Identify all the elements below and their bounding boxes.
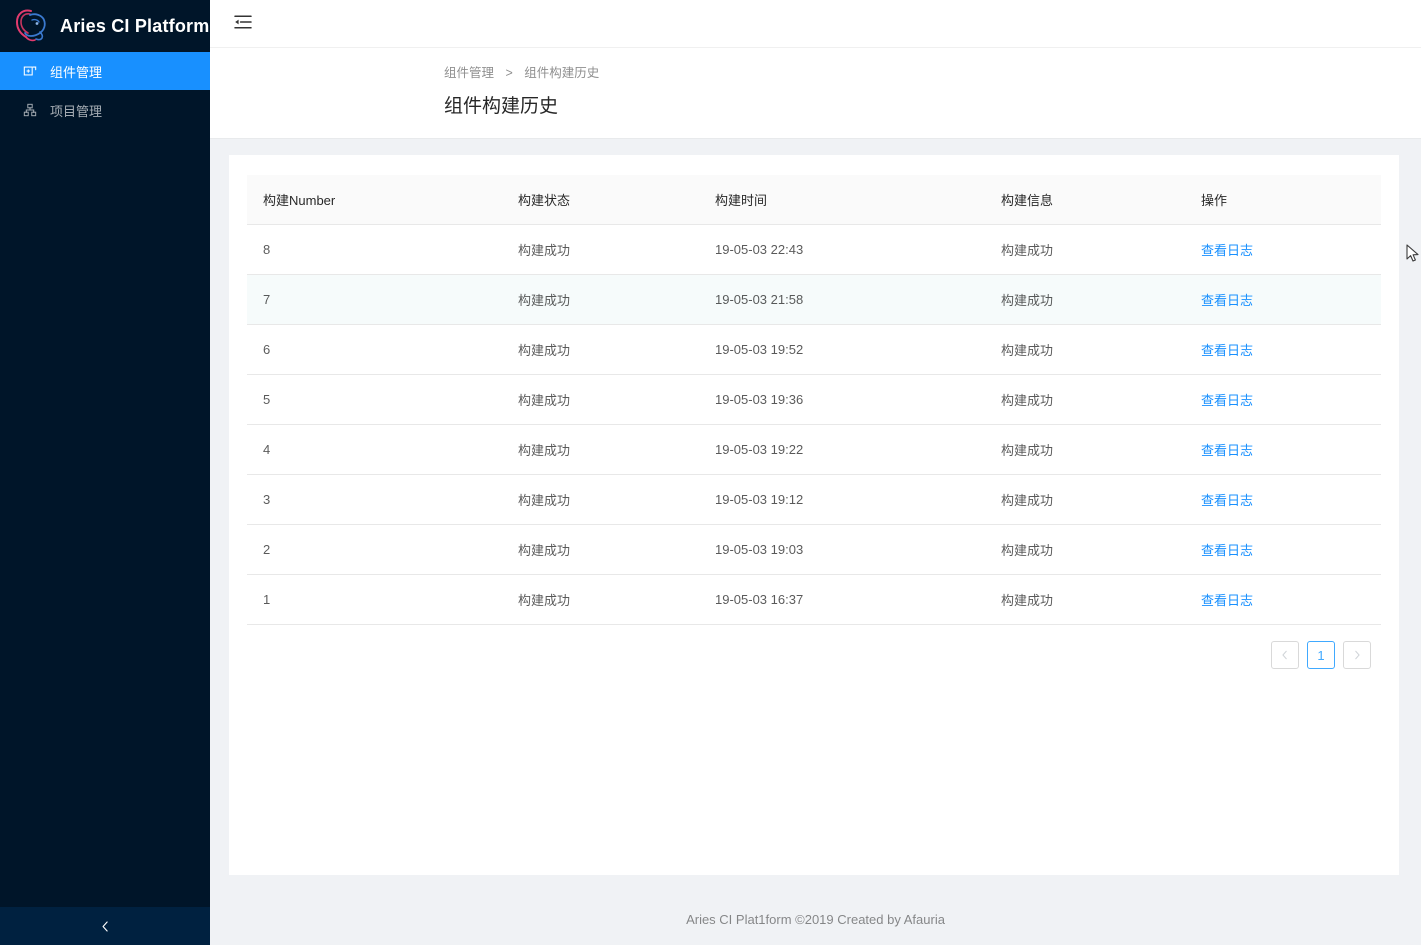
pagination-page-1[interactable]: 1 (1307, 641, 1335, 669)
actions-cell: 查看日志 (1185, 374, 1381, 425)
view-log-link[interactable]: 查看日志 (1201, 543, 1253, 558)
build-number-cell: 8 (247, 224, 502, 275)
build-info-cell: 构建成功 (985, 324, 1185, 375)
actions-cell: 查看日志 (1185, 274, 1381, 325)
actions-cell: 查看日志 (1185, 524, 1381, 575)
topbar (210, 0, 1421, 48)
brand-name: Aries CI Platform (60, 15, 210, 36)
build-time-cell: 19-05-03 19:22 (699, 424, 985, 475)
build-status-cell: 构建成功 (502, 524, 699, 575)
actions-cell: 查看日志 (1185, 424, 1381, 475)
pagination: 1 (247, 625, 1381, 669)
menu-fold-button[interactable] (228, 9, 258, 39)
view-log-link[interactable]: 查看日志 (1201, 493, 1253, 508)
build-time-cell: 19-05-03 16:37 (699, 574, 985, 625)
build-status-cell: 构建成功 (502, 424, 699, 475)
sidebar-item-project-management[interactable]: 项目管理 (0, 91, 210, 129)
build-number-cell: 6 (247, 324, 502, 375)
build-status-cell: 构建成功 (502, 274, 699, 325)
menu-fold-icon (234, 14, 252, 33)
build-info-cell: 构建成功 (985, 274, 1185, 325)
build-history-card: 构建Number 构建状态 构建时间 构建信息 操作 8 构建成功 19-05-03… (229, 155, 1399, 875)
build-status-cell: 构建成功 (502, 374, 699, 425)
column-header-actions: 操作 (1185, 175, 1381, 225)
table-body: 8 构建成功 19-05-03 22:43 构建成功 查看日志 7 构建成功 19-05-03… (247, 224, 1381, 625)
build-number-cell: 7 (247, 274, 502, 325)
actions-cell: 查看日志 (1185, 224, 1381, 275)
sidebar-menu: 组件管理 项目管理 (0, 52, 210, 129)
table-header-row: 构建Number 构建状态 构建时间 构建信息 操作 (247, 175, 1381, 225)
project-icon (22, 102, 38, 118)
footer: Aries CI Plat1form ©2019 Created by Afau… (210, 893, 1421, 945)
build-info-cell: 构建成功 (985, 374, 1185, 425)
column-header-build-number: 构建Number (247, 175, 502, 225)
build-number-cell: 3 (247, 474, 502, 525)
view-log-link[interactable]: 查看日志 (1201, 293, 1253, 308)
column-header-build-info: 构建信息 (985, 175, 1185, 225)
build-status-cell: 构建成功 (502, 574, 699, 625)
build-info-cell: 构建成功 (985, 574, 1185, 625)
column-header-build-status: 构建状态 (502, 175, 699, 225)
table-row[interactable]: 8 构建成功 19-05-03 22:43 构建成功 查看日志 (247, 224, 1381, 275)
table-row[interactable]: 6 构建成功 19-05-03 19:52 构建成功 查看日志 (247, 324, 1381, 375)
table-row[interactable]: 4 构建成功 19-05-03 19:22 构建成功 查看日志 (247, 424, 1381, 475)
build-info-cell: 构建成功 (985, 224, 1185, 275)
view-log-link[interactable]: 查看日志 (1201, 593, 1253, 608)
view-log-link[interactable]: 查看日志 (1201, 343, 1253, 358)
build-status-cell: 构建成功 (502, 324, 699, 375)
actions-cell: 查看日志 (1185, 574, 1381, 625)
build-time-cell: 19-05-03 19:52 (699, 324, 985, 375)
pagination-next-button[interactable] (1343, 641, 1371, 669)
table-row[interactable]: 2 构建成功 19-05-03 19:03 构建成功 查看日志 (247, 524, 1381, 575)
build-number-cell: 1 (247, 574, 502, 625)
component-icon (22, 63, 38, 79)
actions-cell: 查看日志 (1185, 474, 1381, 525)
breadcrumb-separator: > (505, 66, 513, 80)
build-status-cell: 构建成功 (502, 474, 699, 525)
content-area: 构建Number 构建状态 构建时间 构建信息 操作 8 构建成功 19-05-03… (210, 139, 1421, 893)
aries-ram-head-logo-icon (10, 6, 54, 46)
table-header: 构建Number 构建状态 构建时间 构建信息 操作 (247, 175, 1381, 225)
build-time-cell: 19-05-03 19:36 (699, 374, 985, 425)
sidebar-item-label: 项目管理 (50, 103, 103, 119)
chevron-left-icon (1280, 650, 1290, 660)
breadcrumb-parent[interactable]: 组件管理 (444, 66, 494, 80)
build-time-cell: 19-05-03 19:12 (699, 474, 985, 525)
chevron-left-icon (99, 920, 112, 933)
sidebar-item-component-management[interactable]: 组件管理 (0, 52, 210, 90)
main-area: 组件管理 > 组件构建历史 组件构建历史 构建Number 构建状态 构建时间 … (210, 0, 1421, 945)
view-log-link[interactable]: 查看日志 (1201, 393, 1253, 408)
breadcrumb-current: 组件构建历史 (524, 66, 600, 80)
breadcrumb: 组件管理 > 组件构建历史 (444, 64, 1421, 82)
build-number-cell: 4 (247, 424, 502, 475)
table-row[interactable]: 3 构建成功 19-05-03 19:12 构建成功 查看日志 (247, 474, 1381, 525)
build-time-cell: 19-05-03 22:43 (699, 224, 985, 275)
build-number-cell: 2 (247, 524, 502, 575)
brand[interactable]: Aries CI Platform (0, 0, 210, 52)
app-root: Aries CI Platform 组件管理 项目管理 组件管理 > 组件构建历… (0, 0, 1421, 945)
page-header: 组件管理 > 组件构建历史 组件构建历史 (210, 48, 1421, 139)
build-info-cell: 构建成功 (985, 424, 1185, 475)
build-info-cell: 构建成功 (985, 524, 1185, 575)
footer-text: Aries CI Plat1form ©2019 Created by Afau… (686, 911, 945, 927)
build-status-cell: 构建成功 (502, 224, 699, 275)
build-time-cell: 19-05-03 21:58 (699, 274, 985, 325)
table-row[interactable]: 1 构建成功 19-05-03 16:37 构建成功 查看日志 (247, 574, 1381, 625)
chevron-right-icon (1352, 650, 1362, 660)
view-log-link[interactable]: 查看日志 (1201, 443, 1253, 458)
build-history-table: 构建Number 构建状态 构建时间 构建信息 操作 8 构建成功 19-05-03… (247, 175, 1381, 625)
column-header-build-time: 构建时间 (699, 175, 985, 225)
build-info-cell: 构建成功 (985, 474, 1185, 525)
sidebar-item-label: 组件管理 (50, 64, 103, 80)
actions-cell: 查看日志 (1185, 324, 1381, 375)
table-row[interactable]: 5 构建成功 19-05-03 19:36 构建成功 查看日志 (247, 374, 1381, 425)
build-number-cell: 5 (247, 374, 502, 425)
sidebar-collapse-trigger[interactable] (0, 907, 210, 945)
view-log-link[interactable]: 查看日志 (1201, 243, 1253, 258)
page-title: 组件构建历史 (444, 96, 559, 117)
build-time-cell: 19-05-03 19:03 (699, 524, 985, 575)
sidebar: Aries CI Platform 组件管理 项目管理 (0, 0, 210, 945)
table-row[interactable]: 7 构建成功 19-05-03 21:58 构建成功 查看日志 (247, 274, 1381, 325)
pagination-prev-button[interactable] (1271, 641, 1299, 669)
